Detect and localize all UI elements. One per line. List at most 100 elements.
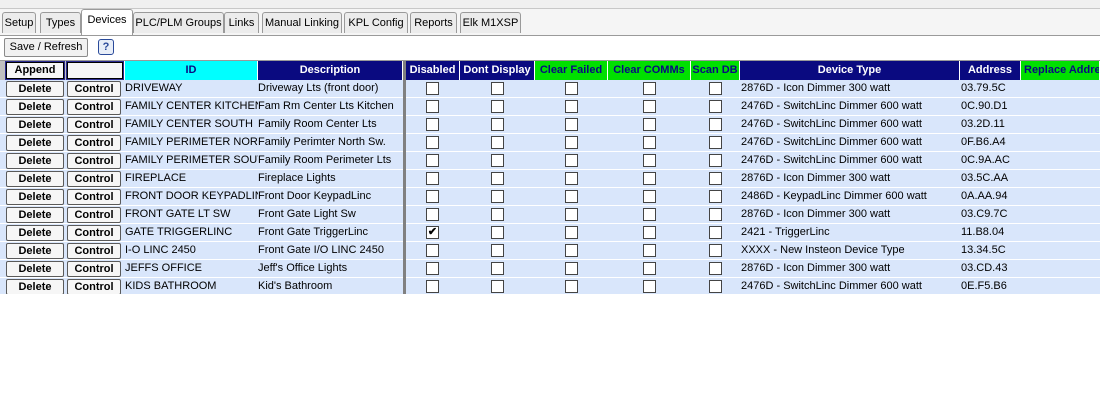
delete-button[interactable]: Delete (6, 225, 64, 241)
control-button[interactable]: Control (67, 225, 121, 241)
control-button[interactable]: Control (67, 135, 121, 151)
delete-button[interactable]: Delete (6, 279, 64, 294)
dont-display-checkbox[interactable] (491, 118, 504, 131)
delete-button[interactable]: Delete (6, 261, 64, 277)
column-header-replace-address[interactable]: Replace Addre (1021, 61, 1100, 80)
tab-kpl-config[interactable]: KPL Config (344, 12, 408, 33)
delete-button[interactable]: Delete (6, 189, 64, 205)
replace-address-cell[interactable] (1021, 116, 1100, 134)
delete-button[interactable]: Delete (6, 207, 64, 223)
dont-display-checkbox[interactable] (491, 244, 504, 257)
dont-display-checkbox[interactable] (491, 172, 504, 185)
disabled-checkbox[interactable] (426, 280, 439, 293)
delete-button[interactable]: Delete (6, 171, 64, 187)
clear-comms-checkbox[interactable] (643, 244, 656, 257)
control-button[interactable]: Control (67, 243, 121, 259)
clear-comms-checkbox[interactable] (643, 190, 656, 203)
clear-failed-checkbox[interactable] (565, 190, 578, 203)
device-id-cell[interactable]: FRONT GATE LT SW (125, 206, 258, 224)
delete-button[interactable]: Delete (6, 135, 64, 151)
address-cell[interactable]: 03.CD.43 (961, 260, 1021, 278)
delete-button[interactable]: Delete (6, 153, 64, 169)
control-button[interactable]: Control (67, 261, 121, 277)
address-cell[interactable]: 0F.B6.A4 (961, 134, 1021, 152)
clear-failed-checkbox[interactable] (565, 208, 578, 221)
address-cell[interactable]: 11.B8.04 (961, 224, 1021, 242)
description-cell[interactable]: Kid's Bathroom (258, 278, 403, 294)
disabled-checkbox[interactable] (426, 136, 439, 149)
scan-db-checkbox[interactable] (709, 208, 722, 221)
column-header-scan-db[interactable]: Scan DB (691, 61, 740, 80)
scan-db-checkbox[interactable] (709, 118, 722, 131)
clear-failed-checkbox[interactable] (565, 262, 578, 275)
device-id-cell[interactable]: FAMILY PERIMETER SOUTH (125, 152, 258, 170)
description-cell[interactable]: Family Room Center Lts (258, 116, 403, 134)
tab-setup[interactable]: Setup (2, 12, 36, 33)
replace-address-cell[interactable] (1021, 188, 1100, 206)
clear-failed-checkbox[interactable] (565, 280, 578, 293)
tab-types[interactable]: Types (40, 12, 81, 33)
device-id-cell[interactable]: FAMILY CENTER SOUTH (125, 116, 258, 134)
control-button[interactable]: Control (67, 189, 121, 205)
disabled-checkbox[interactable] (426, 190, 439, 203)
address-cell[interactable]: 03.79.5C (961, 80, 1021, 98)
description-cell[interactable]: Front Door KeypadLinc (258, 188, 403, 206)
append-button[interactable]: Append (5, 61, 65, 80)
scan-db-checkbox[interactable] (709, 136, 722, 149)
tab-manual-linking[interactable]: Manual Linking (262, 12, 342, 33)
scan-db-checkbox[interactable] (709, 244, 722, 257)
description-cell[interactable]: Driveway Lts (front door) (258, 80, 403, 98)
dont-display-checkbox[interactable] (491, 280, 504, 293)
clear-failed-checkbox[interactable] (565, 100, 578, 113)
clear-comms-checkbox[interactable] (643, 136, 656, 149)
tab-plc-plm-groups[interactable]: PLC/PLM Groups (133, 12, 224, 33)
scan-db-checkbox[interactable] (709, 82, 722, 95)
clear-comms-checkbox[interactable] (643, 208, 656, 221)
replace-address-cell[interactable] (1021, 80, 1100, 98)
replace-address-cell[interactable] (1021, 152, 1100, 170)
column-header-clear-comms[interactable]: Clear COMMs (608, 61, 691, 80)
dont-display-checkbox[interactable] (491, 100, 504, 113)
disabled-checkbox[interactable] (426, 172, 439, 185)
address-cell[interactable]: 0C.90.D1 (961, 98, 1021, 116)
control-button[interactable]: Control (67, 171, 121, 187)
disabled-checkbox[interactable] (426, 208, 439, 221)
replace-address-cell[interactable] (1021, 224, 1100, 242)
dont-display-checkbox[interactable] (491, 208, 504, 221)
clear-comms-checkbox[interactable] (643, 118, 656, 131)
clear-failed-checkbox[interactable] (565, 154, 578, 167)
control-button[interactable]: Control (67, 99, 121, 115)
device-type-cell[interactable]: 2476D - SwitchLinc Dimmer 600 watt (741, 278, 960, 294)
tab-reports[interactable]: Reports (410, 12, 457, 33)
device-id-cell[interactable]: I-O LINC 2450 (125, 242, 258, 260)
control-button[interactable]: Control (67, 81, 121, 97)
disabled-checkbox[interactable] (426, 118, 439, 131)
scan-db-checkbox[interactable] (709, 280, 722, 293)
dont-display-checkbox[interactable] (491, 226, 504, 239)
disabled-checkbox[interactable] (426, 244, 439, 257)
control-button[interactable]: Control (67, 279, 121, 294)
clear-failed-checkbox[interactable] (565, 118, 578, 131)
replace-address-cell[interactable] (1021, 206, 1100, 224)
clear-comms-checkbox[interactable] (643, 82, 656, 95)
disabled-checkbox[interactable] (426, 262, 439, 275)
delete-button[interactable]: Delete (6, 117, 64, 133)
column-header-description[interactable]: Description (258, 61, 403, 80)
device-type-cell[interactable]: XXXX - New Insteon Device Type (741, 242, 960, 260)
save-refresh-button[interactable]: Save / Refresh (4, 38, 88, 57)
clear-failed-checkbox[interactable] (565, 244, 578, 257)
clear-comms-checkbox[interactable] (643, 226, 656, 239)
dont-display-checkbox[interactable] (491, 190, 504, 203)
column-header-disabled[interactable]: Disabled (406, 61, 460, 80)
clear-failed-checkbox[interactable] (565, 172, 578, 185)
replace-address-cell[interactable] (1021, 134, 1100, 152)
dont-display-checkbox[interactable] (491, 82, 504, 95)
disabled-checkbox[interactable] (426, 100, 439, 113)
clear-comms-checkbox[interactable] (643, 280, 656, 293)
clear-comms-checkbox[interactable] (643, 172, 656, 185)
address-cell[interactable]: 0E.F5.B6 (961, 278, 1021, 294)
delete-button[interactable]: Delete (6, 81, 64, 97)
column-header-dont-display[interactable]: Dont Display (460, 61, 535, 80)
replace-address-cell[interactable] (1021, 170, 1100, 188)
delete-button[interactable]: Delete (6, 243, 64, 259)
